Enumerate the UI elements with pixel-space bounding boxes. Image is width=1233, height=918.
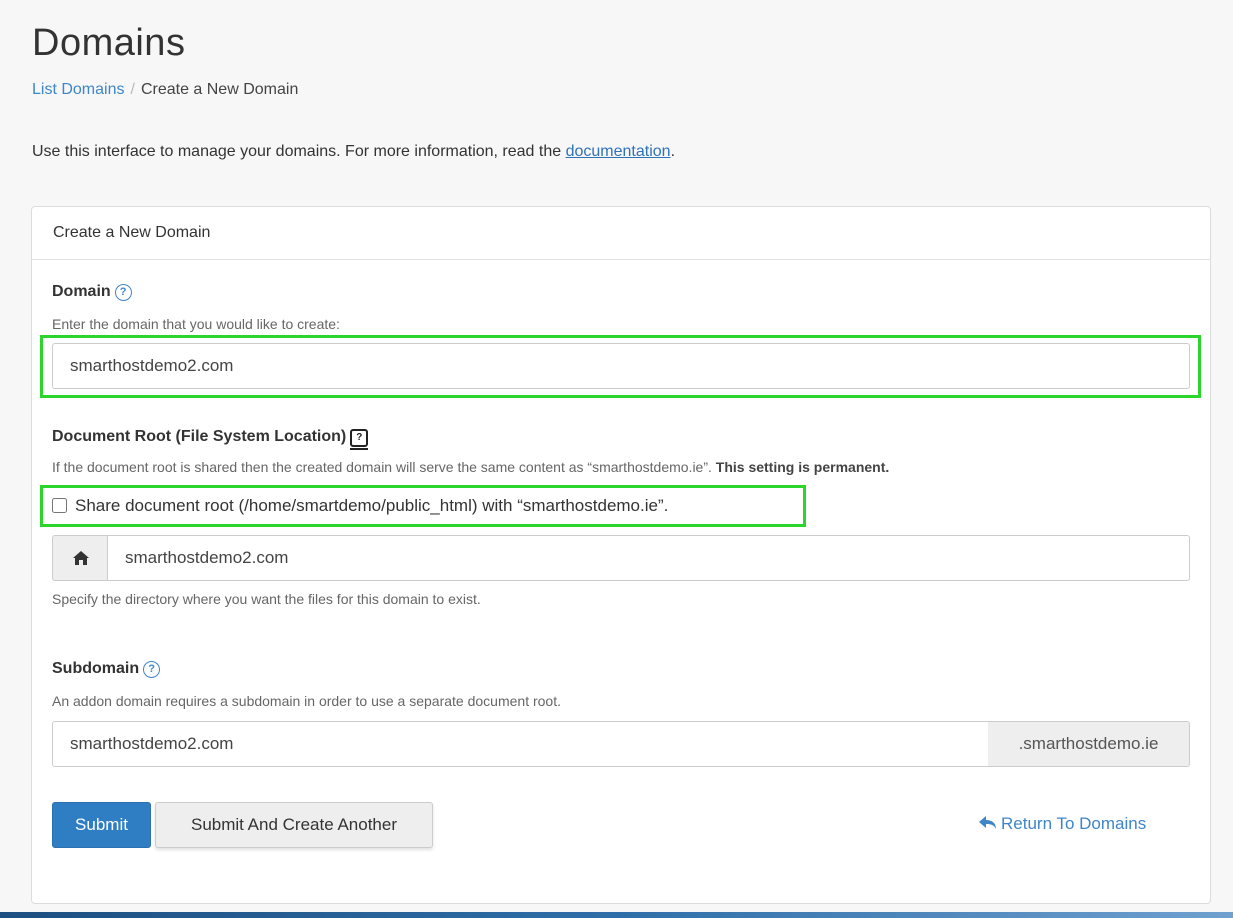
breadcrumb: List Domains / Create a New Domain (32, 81, 298, 99)
breadcrumb-list-domains-link[interactable]: List Domains (32, 81, 124, 98)
document-root-help-icon[interactable]: ? (350, 429, 369, 450)
share-document-root-checkbox[interactable] (52, 498, 67, 513)
document-root-input[interactable] (107, 535, 1190, 581)
domain-hint: Enter the domain that you would like to … (52, 316, 340, 332)
breadcrumb-current: Create a New Domain (140, 81, 299, 98)
share-document-root-row[interactable]: Share document root (/home/smartdemo/pub… (52, 496, 668, 516)
document-root-hint-bold: This setting is permanent. (715, 459, 890, 475)
subdomain-hint: An addon domain requires a subdomain in … (52, 693, 561, 709)
reply-icon (979, 816, 996, 829)
bottom-strip (0, 912, 1233, 918)
document-root-label-text: Document Root (File System Location) (52, 428, 347, 445)
subdomain-input[interactable] (52, 721, 989, 767)
document-root-hint: If the document root is shared then the … (52, 459, 889, 475)
submit-and-create-another-button[interactable]: Submit And Create Another (155, 802, 433, 848)
return-to-domains-label: Return To Domains (1001, 814, 1147, 833)
panel-heading: Create a New Domain (32, 207, 1210, 260)
page-title: Domains (32, 22, 186, 64)
intro-text-after: . (670, 143, 676, 160)
domain-label: Domain? (52, 283, 132, 301)
submit-button[interactable]: Submit (52, 802, 151, 848)
return-to-domains-link[interactable]: Return To Domains (979, 814, 1146, 834)
subdomain-label-text: Subdomain (52, 660, 140, 677)
documentation-link[interactable]: documentation (566, 143, 671, 160)
breadcrumb-separator: / (130, 81, 135, 98)
intro-text-before: Use this interface to manage your domain… (32, 143, 566, 160)
subdomain-help-icon[interactable]: ? (143, 661, 161, 678)
subdomain-label: Subdomain? (52, 660, 161, 678)
intro-text: Use this interface to manage your domain… (32, 143, 675, 161)
domain-input[interactable] (52, 343, 1190, 389)
home-icon (72, 551, 89, 565)
document-root-help-text: Specify the directory where you want the… (52, 591, 481, 607)
domain-help-icon[interactable]: ? (114, 284, 132, 301)
domain-label-text: Domain (52, 283, 111, 300)
share-document-root-label: Share document root (/home/smartdemo/pub… (75, 496, 669, 515)
home-addon (52, 535, 108, 581)
document-root-label: Document Root (File System Location)? (52, 428, 369, 450)
document-root-hint-text: If the document root is shared then the … (52, 459, 716, 475)
subdomain-suffix: .smarthostdemo.ie (988, 721, 1190, 767)
